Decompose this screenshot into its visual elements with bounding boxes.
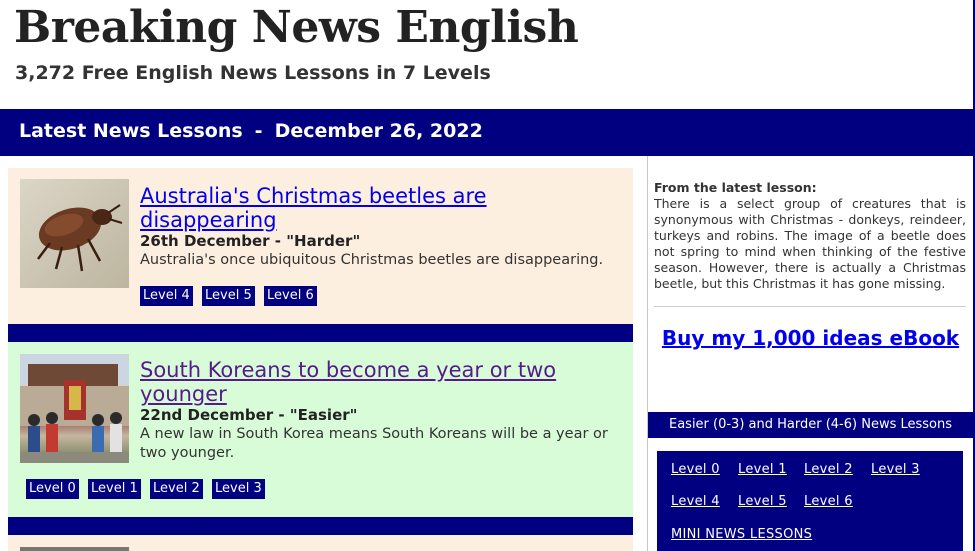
level-4-button[interactable]: Level 4: [140, 286, 193, 306]
level-6-button[interactable]: Level 6: [264, 286, 317, 306]
banner-date: December 26, 2022: [274, 120, 483, 142]
article-date: 22nd December - "Easier": [140, 406, 358, 424]
article-thumbnail[interactable]: [20, 179, 129, 288]
quote-text: There is a select group of creatures tha…: [654, 196, 966, 291]
level-3-button[interactable]: Level 3: [212, 479, 265, 499]
banner-separator: -: [254, 120, 263, 142]
article-date: 26th December - "Harder": [140, 232, 361, 250]
latest-lessons-banner: Latest News Lessons - December 26, 2022: [0, 109, 973, 156]
article-title-link[interactable]: Australia's Christmas beetles are disapp…: [140, 184, 610, 232]
sidebar-level-3-link[interactable]: Level 3: [871, 462, 920, 477]
article-card: Australia's Christmas beetles are disapp…: [8, 168, 633, 324]
sidebar-level-6-link[interactable]: Level 6: [804, 494, 853, 509]
quote-divider: [654, 306, 966, 307]
buy-ebook-link[interactable]: Buy my 1,000 ideas eBook: [648, 326, 973, 350]
sidebar-level-1-link[interactable]: Level 1: [738, 462, 787, 477]
mini-news-lessons-link[interactable]: MINI NEWS LESSONS: [671, 527, 812, 542]
beetle-image: [37, 204, 123, 272]
sidebar-level-4-link[interactable]: Level 4: [671, 494, 720, 509]
site-title[interactable]: Breaking News English: [14, 2, 579, 53]
level-5-button[interactable]: Level 5: [202, 286, 255, 306]
article-summary: Australia's once ubiquitous Christmas be…: [140, 252, 604, 268]
level-links-box: Level 0 Level 1 Level 2 Level 3 Level 4 …: [657, 451, 963, 551]
quote-label: From the latest lesson:: [654, 180, 817, 195]
article-summary: A new law in South Korea means South Kor…: [140, 426, 608, 461]
site-subtitle: 3,272 Free English News Lessons in 7 Lev…: [15, 62, 491, 84]
lessons-levels-bar: Easier (0-3) and Harder (4-6) News Lesso…: [648, 412, 973, 438]
banner-label: Latest News Lessons: [19, 120, 243, 142]
level-1-button[interactable]: Level 1: [88, 479, 141, 499]
article-title-link[interactable]: South Koreans to become a year or two yo…: [140, 358, 610, 406]
article-divider: [8, 517, 633, 535]
latest-lesson-quote: From the latest lesson: There is a selec…: [654, 180, 966, 292]
sidebar-separator: [647, 156, 648, 551]
level-0-button[interactable]: Level 0: [26, 479, 79, 499]
article-divider: [8, 324, 633, 342]
sidebar-level-5-link[interactable]: Level 5: [738, 494, 787, 509]
korean-ceremony-image: [20, 354, 129, 463]
article-thumbnail[interactable]: [20, 547, 129, 551]
level-2-button[interactable]: Level 2: [150, 479, 203, 499]
article-card: South Koreans to become a year or two yo…: [8, 342, 633, 517]
sidebar-level-2-link[interactable]: Level 2: [804, 462, 853, 477]
article-thumbnail[interactable]: [20, 354, 129, 463]
sidebar-level-0-link[interactable]: Level 0: [671, 462, 720, 477]
article-card: [8, 535, 633, 551]
